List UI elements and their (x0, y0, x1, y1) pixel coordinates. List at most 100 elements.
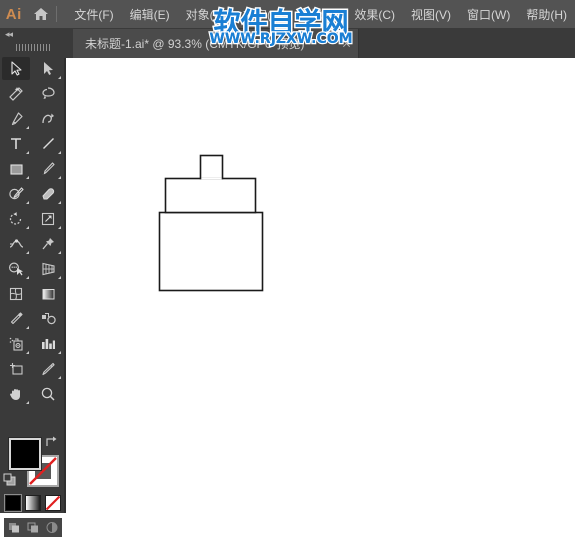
magic-wand-tool[interactable] (0, 81, 32, 106)
menu-file[interactable]: 文件(F) (66, 0, 121, 28)
gift-box-drawing (158, 154, 264, 292)
swap-fill-stroke-icon[interactable] (44, 435, 58, 449)
draw-behind-icon (27, 522, 38, 533)
type-tool[interactable] (0, 131, 32, 156)
eraser-tool[interactable] (32, 181, 64, 206)
document-tab-label: 未标题-1.ai* @ 93.3% (CMYK/GPU 预览) (85, 37, 305, 51)
draw-mode-row (4, 518, 62, 537)
tool-corner-icon (58, 201, 61, 204)
mesh-icon (2, 282, 30, 305)
tool-corner-icon (26, 226, 29, 229)
tool-corner-icon (58, 226, 61, 229)
rotate-tool[interactable] (0, 206, 32, 231)
tool-corner-icon (26, 201, 29, 204)
blend-tool[interactable] (32, 306, 64, 331)
drag-handle-icon[interactable] (16, 44, 50, 51)
curvature-tool[interactable] (32, 106, 64, 131)
direct-selection-tool[interactable] (32, 56, 64, 81)
column-graph-tool[interactable] (32, 331, 64, 356)
mesh-tool[interactable] (0, 281, 32, 306)
gradient-tool[interactable] (32, 281, 64, 306)
illustrator-window: Ai 文件(F) 编辑(E) 对象(O) 文字(T) 选择(S) 效果(C) 视… (0, 0, 575, 537)
hand-tool[interactable] (0, 381, 32, 406)
document-tab[interactable]: 未标题-1.ai* @ 93.3% (CMYK/GPU 预览) (73, 29, 359, 58)
tool-corner-icon (26, 401, 29, 404)
paintbrush-tool[interactable] (32, 156, 64, 181)
menu-bar: Ai 文件(F) 编辑(E) 对象(O) 文字(T) 选择(S) 效果(C) 视… (0, 0, 575, 28)
pen-tool[interactable] (0, 106, 32, 131)
menu-effect[interactable]: 效果(C) (346, 0, 403, 28)
menu-object[interactable]: 对象(O) (178, 0, 235, 28)
menu-select[interactable]: 选择(S) (290, 0, 346, 28)
menu-window[interactable]: 窗口(W) (459, 0, 518, 28)
tool-corner-icon (58, 76, 61, 79)
none-mode-button[interactable] (45, 495, 61, 511)
box-lid-rect (164, 177, 257, 214)
draw-inside-icon (46, 522, 57, 533)
tool-corner-icon (26, 126, 29, 129)
menu-help[interactable]: 帮助(H) (518, 0, 575, 28)
home-icon (33, 8, 48, 20)
scale-tool[interactable] (32, 206, 64, 231)
rectangle-tool[interactable] (0, 156, 32, 181)
menu-divider (55, 6, 57, 22)
tool-corner-icon (58, 351, 61, 354)
free-transform-tool[interactable] (32, 231, 64, 256)
tool-corner-icon (26, 151, 29, 154)
tool-corner-icon (58, 276, 61, 279)
menu-type[interactable]: 文字(T) (235, 0, 290, 28)
tools-panel-header[interactable]: ◂◂ (0, 28, 66, 40)
box-body-rect (158, 211, 264, 292)
tool-corner-icon (58, 151, 61, 154)
artboard-icon (2, 357, 30, 380)
draw-normal-button[interactable] (4, 518, 23, 537)
blend-icon (34, 307, 62, 330)
color-controls (0, 433, 64, 541)
artboard-tool[interactable] (0, 356, 32, 381)
draw-behind-button[interactable] (23, 518, 42, 537)
tool-corner-icon (26, 326, 29, 329)
curvature-icon (34, 107, 62, 130)
shaper-pencil-tool[interactable] (0, 181, 32, 206)
tools-panel: ◂◂ (0, 28, 66, 537)
tool-corner-icon (58, 176, 61, 179)
double-chevron-left-icon[interactable]: ◂◂ (5, 30, 13, 39)
shape-builder-tool[interactable] (0, 256, 32, 281)
arrow-cursor-icon (2, 57, 30, 80)
lasso-tool[interactable] (32, 81, 64, 106)
draw-inside-button[interactable] (42, 518, 61, 537)
document-tab-strip: 未标题-1.ai* @ 93.3% (CMYK/GPU 预览) (66, 28, 575, 58)
home-button[interactable] (28, 0, 54, 28)
gradient-mode-button[interactable] (25, 495, 41, 511)
close-icon[interactable] (342, 39, 351, 48)
tool-grid (0, 56, 64, 406)
symbol-sprayer-tool[interactable] (0, 331, 32, 356)
tool-corner-icon (26, 351, 29, 354)
tool-corner-icon (26, 276, 29, 279)
tool-corner-icon (26, 176, 29, 179)
menu-view[interactable]: 视图(V) (403, 0, 459, 28)
perspective-grid-tool[interactable] (32, 256, 64, 281)
color-mode-button[interactable] (4, 494, 22, 512)
tool-list (0, 56, 64, 406)
box-tab-rect (199, 154, 224, 180)
fill-color-swatch[interactable] (9, 438, 41, 470)
line-segment-tool[interactable] (32, 131, 64, 156)
tool-corner-icon (26, 251, 29, 254)
magnifier-icon (34, 382, 62, 405)
magic-wand-icon (2, 82, 30, 105)
selection-tool[interactable] (0, 56, 32, 81)
menu-edit[interactable]: 编辑(E) (122, 0, 178, 28)
menu-item-list: 文件(F) 编辑(E) 对象(O) 文字(T) 选择(S) 效果(C) 视图(V… (66, 0, 575, 28)
gradient-icon (34, 282, 62, 305)
zoom-tool[interactable] (32, 381, 64, 406)
width-tool[interactable] (0, 231, 32, 256)
slice-tool[interactable] (32, 356, 64, 381)
artboard-canvas[interactable] (66, 58, 575, 513)
tool-corner-icon (58, 251, 61, 254)
tool-corner-icon (58, 376, 61, 379)
color-mode-row (4, 494, 61, 515)
default-fill-stroke-icon[interactable] (3, 473, 17, 487)
eyedropper-tool[interactable] (0, 306, 32, 331)
draw-normal-icon (8, 523, 19, 533)
